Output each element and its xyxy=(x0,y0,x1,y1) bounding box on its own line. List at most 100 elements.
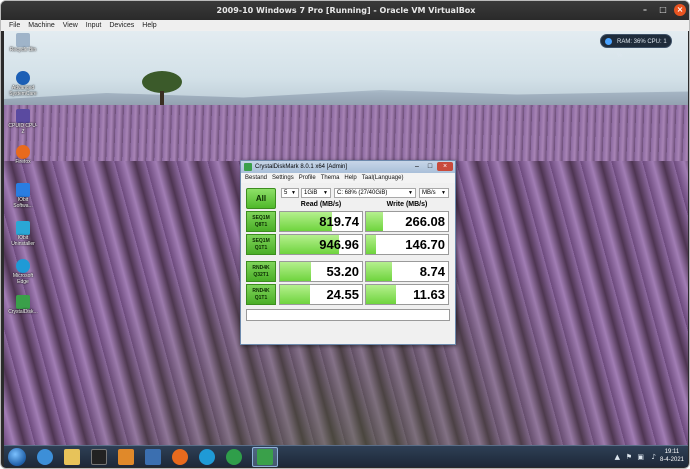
cdm-menu-profile[interactable]: Profile xyxy=(299,173,316,183)
minimize-icon[interactable]: – xyxy=(639,4,651,16)
write-bar xyxy=(366,285,396,304)
tray-expand-icon[interactable]: ▲ xyxy=(615,453,620,461)
write-bar xyxy=(366,262,393,281)
write-bar xyxy=(366,212,384,231)
write-header: Write (MB/s) xyxy=(386,201,428,208)
write-bar xyxy=(366,235,376,254)
desktop-icon-iobit-software[interactable]: IObit Softwa... xyxy=(8,183,38,209)
read-result: 819.74 xyxy=(279,211,363,232)
test-params: Q8T1 xyxy=(254,222,268,228)
desktop-icon-label: IObit Softwa... xyxy=(13,197,33,209)
menu-help[interactable]: Help xyxy=(142,20,156,31)
cdm-title: CrystalDiskMark 8.0.1 x64 [Admin] xyxy=(255,164,348,170)
read-value: 53.20 xyxy=(326,264,359,279)
read-value: 24.55 xyxy=(326,287,359,302)
desktop-icon-label: CPUID CPU-Z xyxy=(8,123,38,135)
drive-select[interactable]: C: 68% (27/40GiB) ▼ xyxy=(334,188,416,198)
desktop-icon-edge[interactable]: Microsoft Edge xyxy=(8,259,38,285)
firefox-icon xyxy=(16,145,30,159)
cdm-titlebar[interactable]: CrystalDiskMark 8.0.1 x64 [Admin] – □ × xyxy=(241,161,455,173)
write-result: 146.70 xyxy=(365,234,449,255)
test-params: Q1T1 xyxy=(254,245,268,251)
read-result: 53.20 xyxy=(279,261,363,282)
read-header: Read (MB/s) xyxy=(300,201,342,208)
recycle-bin-icon xyxy=(16,33,30,47)
menu-view[interactable]: View xyxy=(63,20,78,31)
close-icon[interactable]: × xyxy=(437,162,453,171)
maximize-icon[interactable]: □ xyxy=(424,162,436,171)
edge-icon[interactable] xyxy=(199,449,215,465)
firefox-icon[interactable] xyxy=(172,449,188,465)
chevron-down-icon: ▼ xyxy=(291,190,296,196)
desktop-icon-recycle-bin[interactable]: Recycle Bin xyxy=(8,33,38,53)
size-select[interactable]: 1GiB ▼ xyxy=(301,188,331,198)
test-name: RND4K xyxy=(252,288,270,294)
menu-machine[interactable]: Machine xyxy=(28,20,54,31)
cdm-menu-bestand[interactable]: Bestand xyxy=(245,173,267,183)
count-select[interactable]: 5 ▼ xyxy=(281,188,299,198)
cdm-menu-settings[interactable]: Settings xyxy=(272,173,294,183)
crystaldiskmark-window: CrystalDiskMark 8.0.1 x64 [Admin] – □ × … xyxy=(240,160,456,345)
test-button-seq1m-q1t1[interactable]: SEQ1M Q1T1 xyxy=(246,234,276,255)
desktop-icon-crystaldiskmark[interactable]: CrystalDisk... xyxy=(8,295,38,315)
clock-time: 19:11 xyxy=(664,449,680,455)
size-value: 1GiB xyxy=(304,190,318,196)
wallpaper-field-far xyxy=(4,105,688,165)
resource-gadget[interactable]: RAM: 36% CPU: 1 % xyxy=(600,34,672,59)
volume-icon[interactable]: ♪ xyxy=(652,453,656,461)
cdm-menu-thema[interactable]: Thema xyxy=(321,173,340,183)
write-result: 8.74 xyxy=(365,261,449,282)
menu-input[interactable]: Input xyxy=(86,20,102,31)
maximize-icon[interactable]: □ xyxy=(657,4,669,16)
desktop-icon-label: Microsoft Edge xyxy=(12,273,34,285)
clock-date: 8-4-2021 xyxy=(659,457,684,463)
vm-titlebar[interactable]: 2009-10 Windows 7 Pro [Running] - Oracle… xyxy=(1,1,689,20)
ie-icon[interactable] xyxy=(37,449,53,465)
desktop-icon-firefox[interactable]: Firefox xyxy=(8,145,38,165)
clock[interactable]: 19:11 8-4-2021 xyxy=(660,448,684,464)
desktop-icon-cpuz[interactable]: CPUID CPU-Z xyxy=(8,109,38,135)
menu-devices[interactable]: Devices xyxy=(109,20,134,31)
comment-field[interactable] xyxy=(246,309,450,321)
virtualbox-window: 2009-10 Windows 7 Pro [Running] - Oracle… xyxy=(0,0,690,469)
all-button[interactable]: All xyxy=(246,188,276,209)
cmd-icon[interactable] xyxy=(91,449,107,465)
guest-desktop[interactable]: RAM: 36% CPU: 1 % Recycle Bin Advanced S… xyxy=(4,31,688,445)
installer-icon[interactable] xyxy=(145,449,161,465)
menu-file[interactable]: File xyxy=(9,20,20,31)
cdm-menu-help[interactable]: Help xyxy=(344,173,356,183)
taskbar: ▲ ⚑ ▣ ♪ 19:11 8-4-2021 xyxy=(4,445,688,467)
test-name: RND4K xyxy=(252,265,270,271)
media-player-icon[interactable] xyxy=(118,449,134,465)
chevron-down-icon: ▼ xyxy=(441,190,446,196)
desktop-icon-advanced-systemcare[interactable]: Advanced SystemCare xyxy=(8,71,38,97)
close-icon[interactable]: × xyxy=(674,4,686,16)
desktop-icon-label: Advanced SystemCare xyxy=(9,85,37,97)
test-button-seq1m-q8t1[interactable]: SEQ1M Q8T1 xyxy=(246,211,276,232)
cdm-menu-language[interactable]: Taal(Language) xyxy=(362,173,404,183)
drive-value: C: 68% (27/40GiB) xyxy=(337,190,388,196)
vm-title: 2009-10 Windows 7 Pro [Running] - Oracle… xyxy=(216,6,476,15)
write-value: 11.63 xyxy=(413,287,445,302)
desktop-icon-iobit-uninstaller[interactable]: IObit Uninstaller xyxy=(8,221,38,247)
start-button[interactable] xyxy=(8,448,26,466)
cdm-body: All 5 ▼ 1GiB ▼ C: 68% (27/40GiB) ▼ MB/s … xyxy=(241,183,455,344)
count-value: 5 xyxy=(284,190,288,196)
flag-icon[interactable]: ⚑ xyxy=(626,453,632,461)
chevron-down-icon: ▼ xyxy=(408,190,413,196)
test-button-rnd4k-q1t1[interactable]: RND4K Q1T1 xyxy=(246,284,276,305)
test-button-rnd4k-q32t1[interactable]: RND4K Q32T1 xyxy=(246,261,276,282)
desktop-icon-label: CrystalDisk... xyxy=(8,309,38,315)
cdm-menubar: Bestand Settings Profile Thema Help Taal… xyxy=(241,173,455,183)
read-bar xyxy=(280,262,312,281)
read-bar xyxy=(280,285,311,304)
network-icon[interactable]: ▣ xyxy=(637,453,644,461)
advanced-systemcare-icon xyxy=(16,71,30,85)
crystaldiskmark-icon[interactable] xyxy=(257,449,273,465)
test-name: SEQ1M xyxy=(252,238,270,244)
unit-select[interactable]: MB/s ▼ xyxy=(419,188,449,198)
minimize-icon[interactable]: – xyxy=(411,162,423,171)
ccleaner-icon[interactable] xyxy=(226,449,242,465)
crystaldiskmark-icon xyxy=(16,295,30,309)
explorer-icon[interactable] xyxy=(64,449,80,465)
